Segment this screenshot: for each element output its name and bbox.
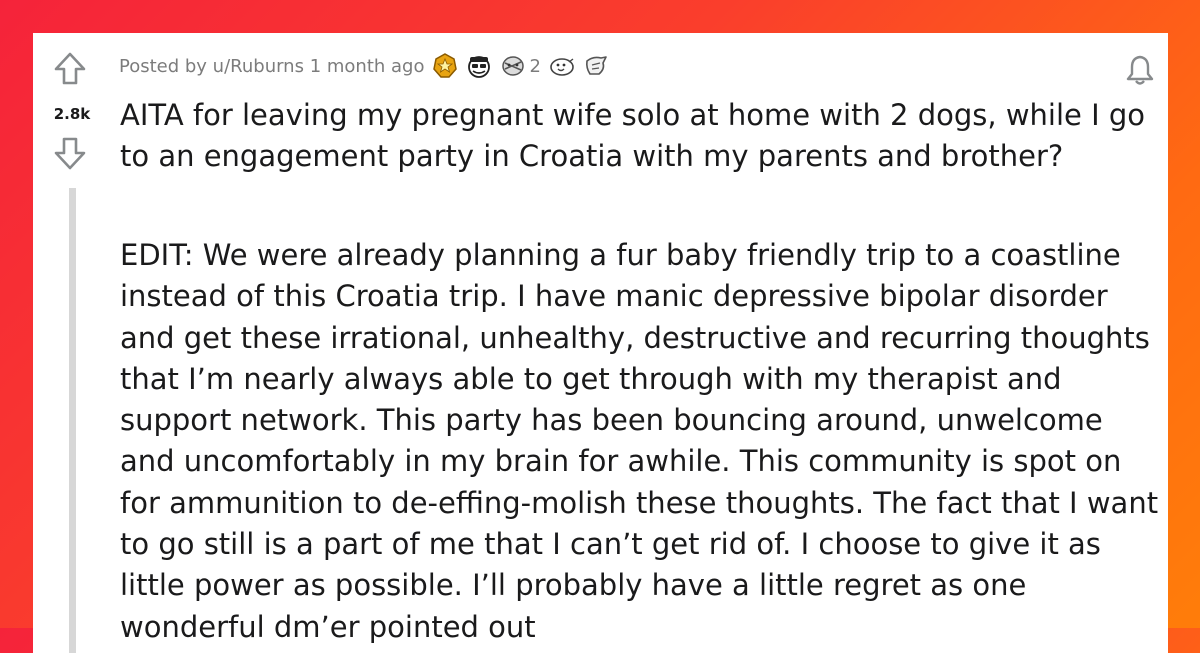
hug-hands-icon[interactable] — [583, 53, 609, 79]
posted-by[interactable]: Posted by u/Ruburns 1 month ago — [119, 56, 424, 77]
upvote-button[interactable] — [53, 51, 87, 87]
wearing-is-caring-icon[interactable] — [466, 53, 492, 79]
arrow-down-icon — [54, 137, 86, 170]
post-title[interactable]: AITA for leaving my pregnant wife solo a… — [120, 95, 1160, 177]
vote-score: 2.8k — [53, 105, 91, 123]
thread-line — [69, 188, 76, 653]
arrow-up-icon — [54, 52, 86, 85]
award-count: 2 — [529, 55, 541, 77]
notification-bell-button[interactable] — [1123, 53, 1157, 87]
post-meta: Posted by u/Ruburns 1 month ago 2 — [119, 53, 609, 79]
bell-icon — [1126, 55, 1154, 85]
post-body: EDIT: We were already planning a fur bab… — [120, 238, 1159, 644]
gold-medal-icon[interactable] — [432, 53, 458, 79]
hugz-icon[interactable] — [500, 53, 526, 79]
wholesome-seal-icon[interactable] — [549, 53, 575, 79]
vote-column: 2.8k — [33, 33, 111, 653]
post-card: 2.8k Posted by u/Ruburns 1 month ago 2 A… — [33, 33, 1168, 653]
downvote-button[interactable] — [53, 135, 87, 171]
